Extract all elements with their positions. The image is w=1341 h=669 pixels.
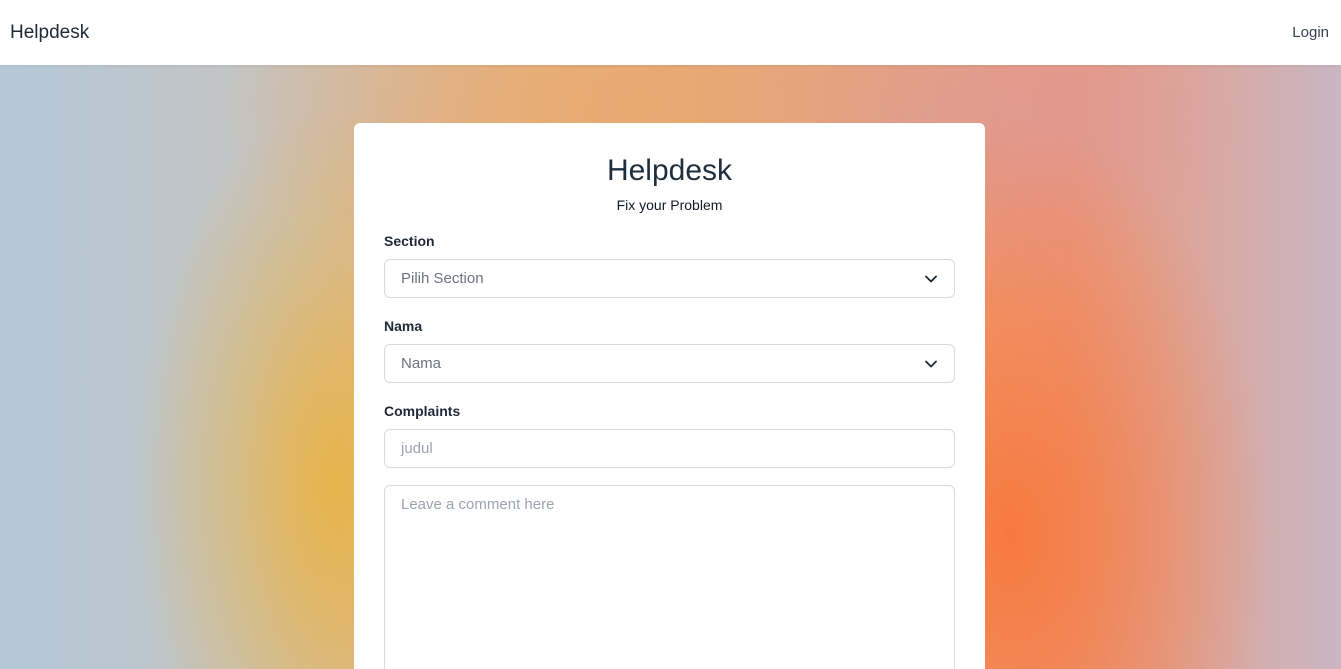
section-label: Section (384, 233, 435, 249)
helpdesk-form-card: Helpdesk Fix your Problem Section Pilih … (354, 123, 985, 669)
chevron-down-icon (924, 357, 938, 371)
complaint-comment-placeholder: Leave a comment here (401, 496, 555, 513)
complaints-label: Complaints (384, 403, 461, 419)
complaint-comment-textarea[interactable]: Leave a comment here (384, 485, 955, 669)
complaint-title-input[interactable]: judul (384, 429, 955, 468)
navbar-brand[interactable]: Helpdesk (10, 22, 89, 44)
form-title: Helpdesk (606, 154, 733, 187)
nama-label: Nama (384, 318, 423, 334)
complaint-title-placeholder: judul (401, 440, 433, 457)
section-select-value: Pilih Section (401, 270, 484, 287)
form-subtitle: Fix your Problem (616, 197, 723, 213)
nama-select[interactable]: Nama (384, 344, 955, 383)
chevron-down-icon (924, 272, 938, 286)
navbar: Helpdesk Login (0, 0, 1341, 65)
login-link[interactable]: Login (1292, 24, 1329, 41)
section-select[interactable]: Pilih Section (384, 259, 955, 298)
nama-select-value: Nama (401, 355, 442, 372)
